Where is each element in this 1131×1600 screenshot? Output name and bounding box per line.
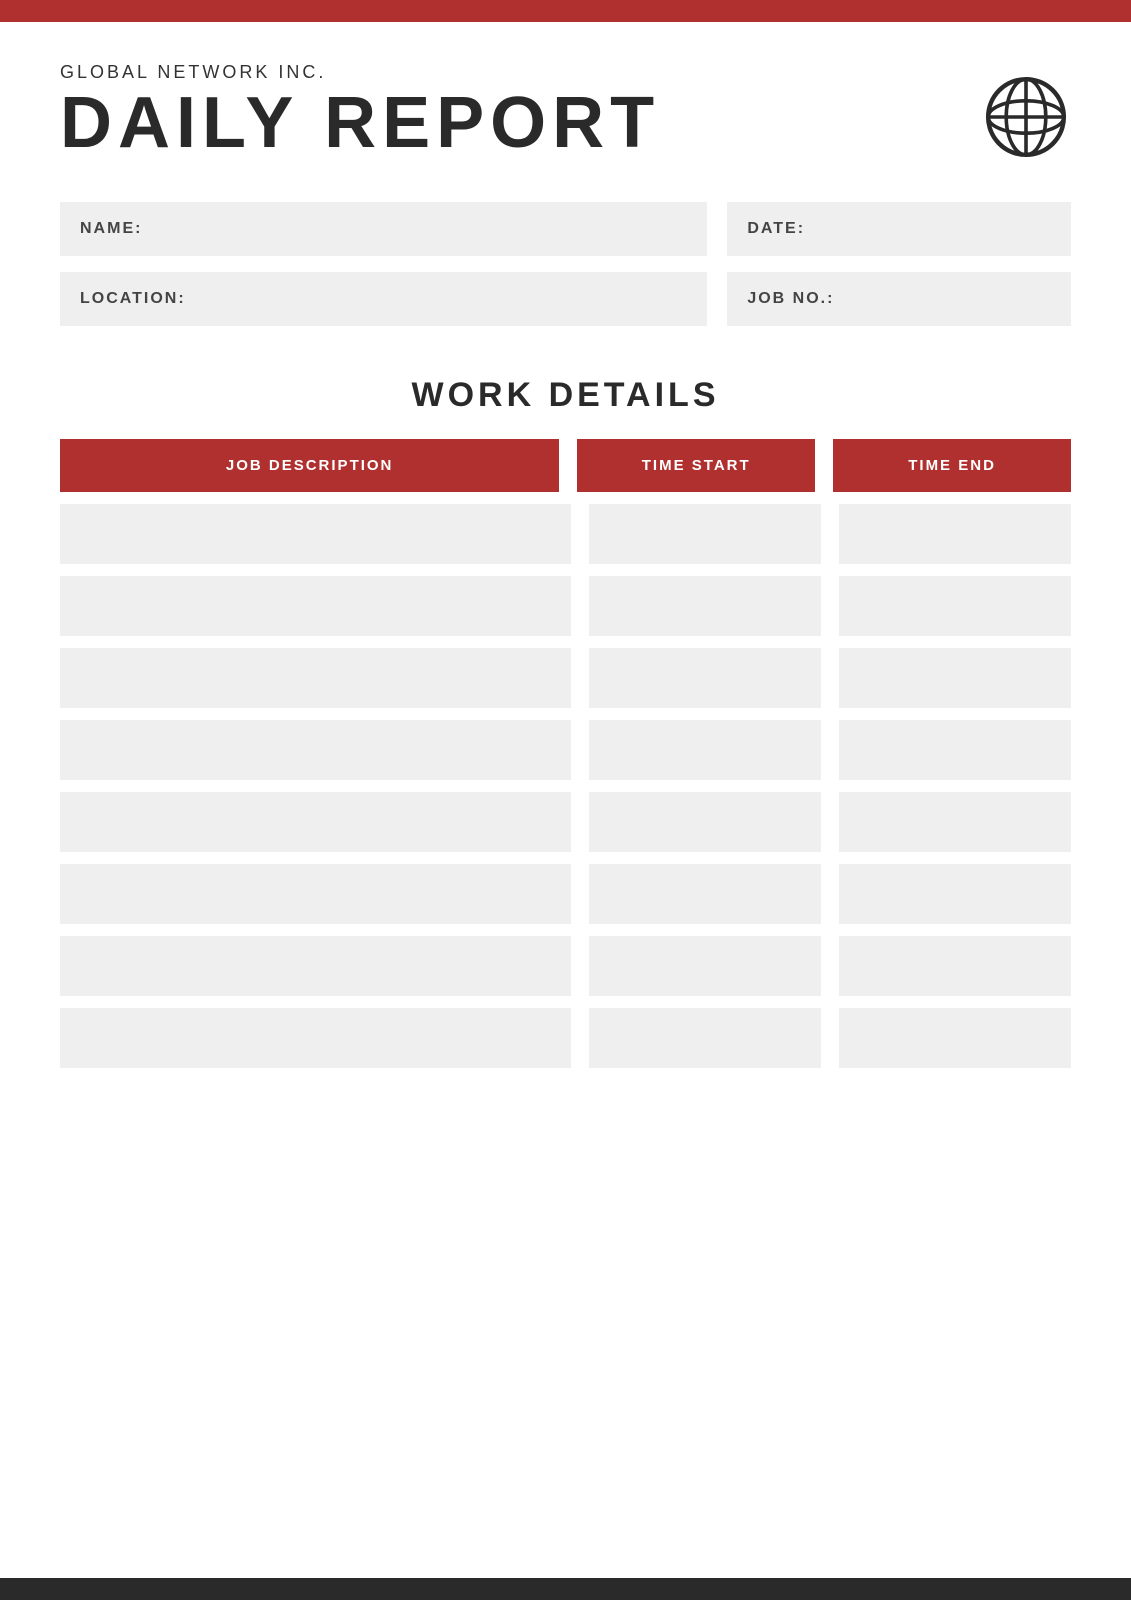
td-description-8[interactable] bbox=[60, 1008, 571, 1068]
table-row bbox=[60, 720, 1071, 780]
bottom-bar bbox=[0, 1578, 1131, 1600]
work-details-title: WORK DETAILS bbox=[60, 376, 1071, 415]
td-time-start-2[interactable] bbox=[589, 576, 821, 636]
table-body bbox=[60, 504, 1071, 1068]
td-time-start-1[interactable] bbox=[589, 504, 821, 564]
td-time-end-1[interactable] bbox=[839, 504, 1071, 564]
fields-section: NAME: DATE: LOCATION: JOB NO.: bbox=[60, 202, 1071, 326]
th-job-description: JOB DESCRIPTION bbox=[60, 439, 559, 492]
table-row bbox=[60, 1008, 1071, 1068]
table-row bbox=[60, 792, 1071, 852]
table-header: JOB DESCRIPTION TIME START TIME END bbox=[60, 439, 1071, 492]
td-description-3[interactable] bbox=[60, 648, 571, 708]
fields-row-2: LOCATION: JOB NO.: bbox=[60, 272, 1071, 326]
globe-icon bbox=[981, 72, 1071, 162]
td-time-end-2[interactable] bbox=[839, 576, 1071, 636]
name-field[interactable]: NAME: bbox=[60, 202, 707, 256]
table-row bbox=[60, 864, 1071, 924]
td-time-start-4[interactable] bbox=[589, 720, 821, 780]
td-time-end-7[interactable] bbox=[839, 936, 1071, 996]
th-time-end: TIME END bbox=[833, 439, 1071, 492]
td-time-end-3[interactable] bbox=[839, 648, 1071, 708]
td-time-start-8[interactable] bbox=[589, 1008, 821, 1068]
td-time-start-7[interactable] bbox=[589, 936, 821, 996]
header-left: GLOBAL NETWORK INC. DAILY REPORT bbox=[60, 62, 660, 159]
td-description-5[interactable] bbox=[60, 792, 571, 852]
work-table: JOB DESCRIPTION TIME START TIME END bbox=[60, 439, 1071, 1068]
table-row bbox=[60, 504, 1071, 564]
top-bar bbox=[0, 0, 1131, 22]
job-no-field[interactable]: JOB NO.: bbox=[727, 272, 1071, 326]
td-description-1[interactable] bbox=[60, 504, 571, 564]
report-title: DAILY REPORT bbox=[60, 87, 660, 159]
location-field[interactable]: LOCATION: bbox=[60, 272, 707, 326]
table-row bbox=[60, 576, 1071, 636]
td-time-end-5[interactable] bbox=[839, 792, 1071, 852]
table-row bbox=[60, 936, 1071, 996]
fields-row-1: NAME: DATE: bbox=[60, 202, 1071, 256]
header: GLOBAL NETWORK INC. DAILY REPORT bbox=[60, 62, 1071, 162]
th-time-start: TIME START bbox=[577, 439, 815, 492]
date-field[interactable]: DATE: bbox=[727, 202, 1071, 256]
td-time-start-3[interactable] bbox=[589, 648, 821, 708]
td-time-start-5[interactable] bbox=[589, 792, 821, 852]
td-description-4[interactable] bbox=[60, 720, 571, 780]
company-name: GLOBAL NETWORK INC. bbox=[60, 62, 660, 83]
td-time-end-4[interactable] bbox=[839, 720, 1071, 780]
td-description-7[interactable] bbox=[60, 936, 571, 996]
td-time-start-6[interactable] bbox=[589, 864, 821, 924]
table-row bbox=[60, 648, 1071, 708]
td-time-end-8[interactable] bbox=[839, 1008, 1071, 1068]
td-time-end-6[interactable] bbox=[839, 864, 1071, 924]
td-description-6[interactable] bbox=[60, 864, 571, 924]
td-description-2[interactable] bbox=[60, 576, 571, 636]
